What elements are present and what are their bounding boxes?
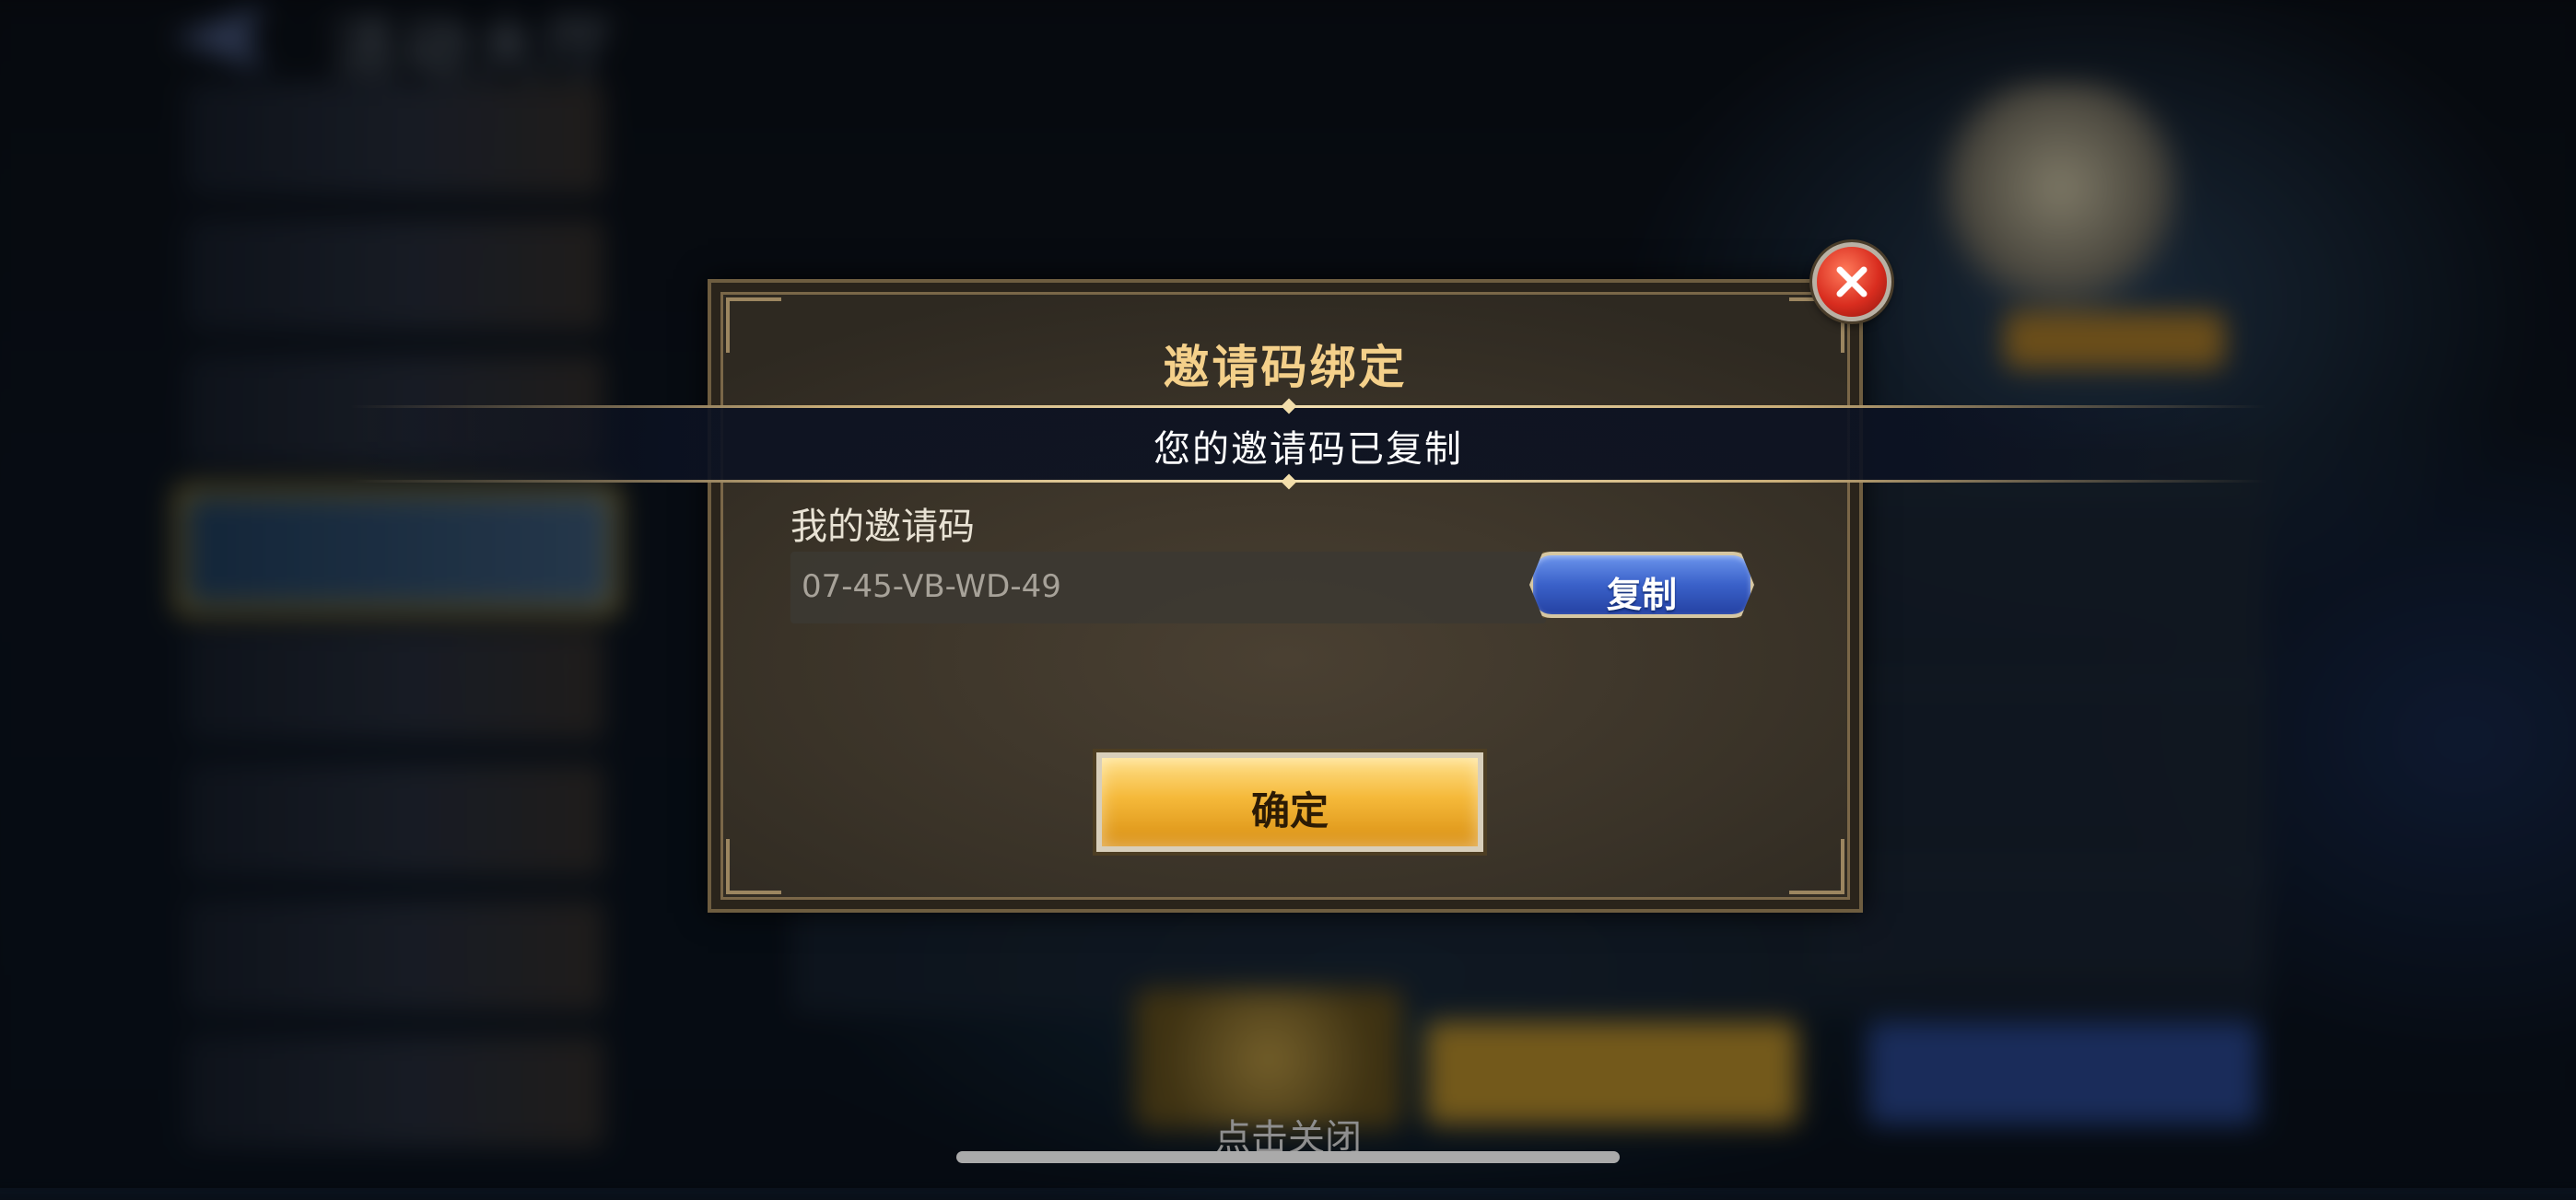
invite-code-dialog: 邀请码绑定 我的邀请码 07-45-VB-WD-49 复制 确定 [708,279,1863,913]
copy-button[interactable]: 复制 [1529,552,1754,618]
toast-notification: 您的邀请码已复制 [350,398,2266,490]
home-indicator[interactable] [956,1151,1620,1163]
confirm-button[interactable]: 确定 [1096,752,1483,852]
frame-corner [1789,839,1844,894]
dialog-title: 邀请码绑定 [1163,341,1408,394]
invite-code-label: 我的邀请码 [790,506,975,548]
toast-border [350,405,2266,408]
invite-code-value: 07-45-VB-WD-49 [802,568,1061,605]
close-button[interactable] [1812,242,1891,321]
frame-corner [726,839,781,894]
confirm-button-label: 确定 [1250,788,1329,833]
invite-code-field: 07-45-VB-WD-49 [790,552,1546,623]
toast-border [350,480,2266,483]
copy-button-label: 复制 [1606,575,1677,615]
toast-message: 您的邀请码已复制 [1153,428,1463,471]
close-icon [1836,266,1868,297]
